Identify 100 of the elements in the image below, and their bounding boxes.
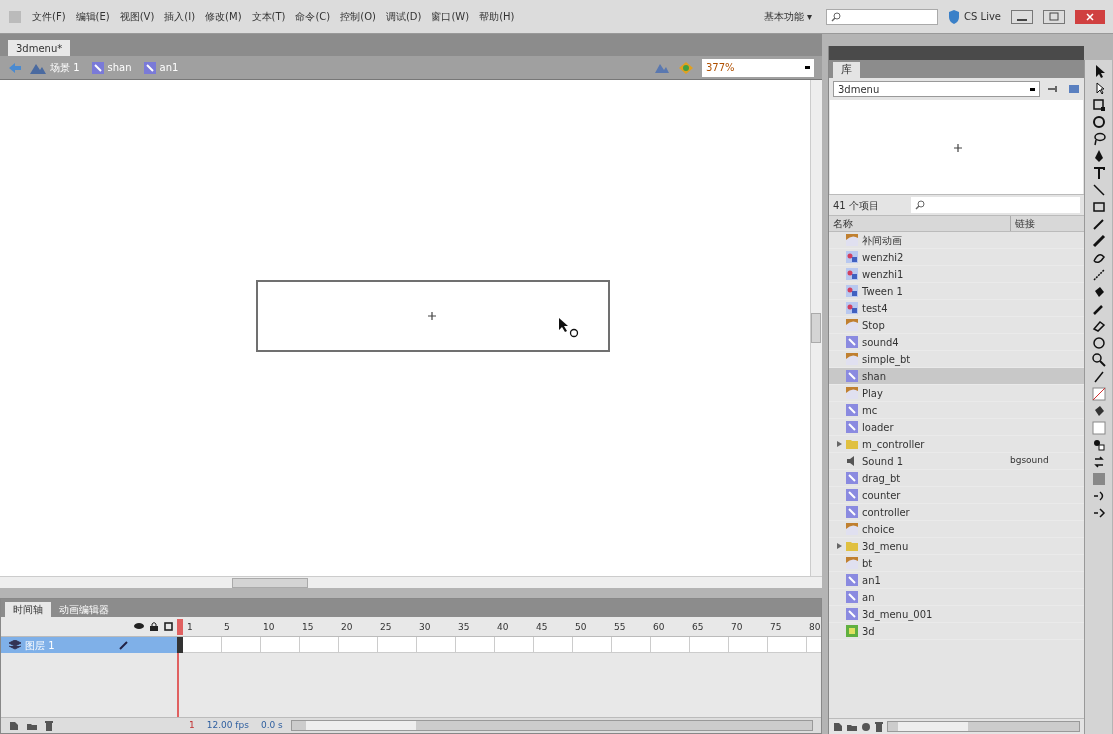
column-header[interactable]: 链接 [1010,216,1080,231]
vertical-scrollbar[interactable] [810,80,822,576]
library-item[interactable]: test4 [829,300,1084,317]
transform-icon[interactable] [1091,98,1106,112]
no-color-swatch-icon[interactable] [1091,387,1106,401]
linkage-name: bgsound [1010,454,1050,468]
search-icon [915,200,925,210]
outline-icon[interactable] [164,622,173,631]
new-symbol-icon[interactable] [833,721,843,732]
document-dropdown[interactable]: 3dmenu [833,81,1040,97]
eye-icon[interactable] [134,622,144,630]
horizontal-scrollbar[interactable] [290,720,813,731]
properties-icon[interactable] [861,721,871,732]
frame-number: 1 [187,621,193,634]
trash-icon[interactable] [875,721,883,732]
eyedropper-icon[interactable] [1091,302,1106,316]
library-item[interactable]: Tween 1 [829,283,1084,300]
zoom-value: 377% [706,61,735,75]
trash-icon[interactable] [45,720,53,731]
movieclip-icon [846,591,858,603]
zoom-icon[interactable] [1091,353,1106,367]
library-item[interactable]: 补间动画 [829,232,1084,249]
movieclip-icon [846,489,858,501]
library-item[interactable]: controller [829,504,1084,521]
library-item[interactable]: counter [829,487,1084,504]
library-item[interactable]: bt [829,555,1084,572]
zoom-dropdown[interactable]: 377% [702,58,814,77]
frame-number: 70 [731,621,743,634]
library-item[interactable]: mc [829,402,1084,419]
smooth-icon[interactable] [1091,489,1106,503]
bone-icon[interactable] [1091,268,1106,282]
pencil-icon[interactable] [1091,217,1106,231]
menu-item[interactable]: 调试(D) [385,9,422,24]
menu-item[interactable]: 控制(O) [340,9,376,24]
deco-icon[interactable] [1091,251,1106,265]
folder-icon [846,438,858,450]
library-item[interactable]: m_controller [829,436,1084,453]
new-library-icon[interactable] [1068,84,1080,94]
library-item[interactable]: drag_bt [829,470,1084,487]
library-item[interactable]: shan [829,368,1084,385]
button-symbol-icon [846,387,858,399]
library-item[interactable]: Sound 1 bgsound [829,453,1084,470]
library-item[interactable]: an1 [829,572,1084,589]
workspace-dropdown[interactable]: 基本功能 ▾ [759,9,817,24]
menu-item[interactable]: 修改(M) [205,9,242,24]
text-tool-icon[interactable] [1091,166,1106,180]
menu-item[interactable]: 命令(C) [295,9,331,24]
close-icon[interactable] [1075,9,1105,24]
timeline-status: 1 [189,718,195,732]
search-icon [831,11,842,22]
movieclip-icon [846,608,858,620]
library-item[interactable]: choice [829,521,1084,538]
rectangle-icon[interactable] [1091,200,1106,214]
line-icon[interactable] [1091,183,1106,197]
horizontal-scrollbar[interactable] [0,576,822,588]
column-header[interactable]: 名称 [833,216,1010,231]
brush-icon[interactable] [1091,234,1106,248]
stroke-color-icon[interactable] [1091,370,1106,384]
library-item[interactable]: wenzhi1 [829,266,1084,283]
menu-item[interactable]: 编辑(E) [75,9,110,24]
menu-item[interactable]: 窗口(W) [431,9,470,24]
swap-colors-icon[interactable] [1091,455,1106,469]
eraser-icon[interactable] [1091,319,1106,333]
library-item[interactable]: wenzhi2 [829,249,1084,266]
menu-item[interactable]: 视图(V) [119,9,155,24]
library-tab[interactable]: 库 [833,62,860,78]
button-symbol-icon [846,557,858,569]
library-item[interactable]: loader [829,419,1084,436]
search-field[interactable] [911,197,1080,213]
library-item[interactable]: 3d_menu [829,538,1084,555]
horizontal-scrollbar[interactable] [887,721,1080,732]
frame-number: 60 [653,621,665,634]
movieclip-icon [846,404,858,416]
menu-item[interactable]: 文件(F) [32,9,66,24]
maximize-icon[interactable] [1043,9,1065,24]
default-colors-icon[interactable] [1091,438,1106,452]
library-item[interactable]: sound4 [829,334,1084,351]
movieclip-icon [846,336,858,348]
movieclip-icon [846,370,858,382]
document-tab[interactable]: 3dmenu* [8,40,71,56]
menu-item[interactable]: 帮助(H) [479,9,515,24]
library-item[interactable]: 3d [829,623,1084,640]
timeline-tab[interactable]: 时间轴 [5,602,51,617]
library-item[interactable]: Play [829,385,1084,402]
straighten-icon[interactable] [1091,506,1106,520]
menu-item[interactable]: 文本(T) [251,9,286,24]
fill-color-swatch-icon[interactable] [1091,421,1106,435]
library-item[interactable]: 3d_menu_001 [829,606,1084,623]
3d-rotation-icon[interactable] [1091,115,1106,129]
library-item[interactable]: Stop [829,317,1084,334]
frame-number: 15 [302,621,314,634]
minimize-icon[interactable] [1011,9,1033,24]
lock-icon[interactable] [150,622,158,631]
cs-live-button[interactable]: CS Live [948,9,1001,24]
search-field[interactable] [826,8,939,25]
new-layer-icon[interactable] [9,720,19,731]
document-name: 3dmenu [838,82,880,97]
menu-item[interactable]: 插入(I) [164,9,196,24]
lasso-icon[interactable] [1091,132,1106,146]
library-item[interactable]: an [829,589,1084,606]
